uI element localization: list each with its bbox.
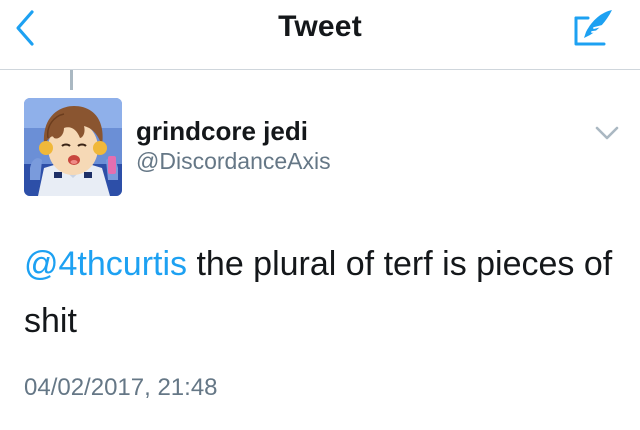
- navigation-bar: Tweet: [0, 0, 640, 70]
- compose-tweet-button[interactable]: [572, 6, 618, 50]
- tweet-timestamp: 04/02/2017, 21:48: [24, 374, 218, 401]
- avatar[interactable]: [24, 98, 122, 196]
- anime-character-avatar: [24, 98, 122, 196]
- compose-feather-icon: [574, 10, 612, 46]
- mention-link[interactable]: @4thcurtis: [24, 245, 187, 283]
- tweet-text: @4thcurtis the plural of terf is pieces …: [24, 236, 614, 350]
- tweet-detail-screen: Tweet grindcore jedi @DiscordanceAxis @4…: [0, 0, 640, 430]
- page-title: Tweet: [278, 10, 362, 43]
- author-display-name[interactable]: grindcore jedi: [136, 116, 308, 147]
- author-handle[interactable]: @DiscordanceAxis: [136, 148, 331, 175]
- thread-connector-line: [70, 70, 73, 90]
- tweet-menu-button[interactable]: [592, 122, 622, 144]
- chevron-down-icon: [595, 126, 619, 140]
